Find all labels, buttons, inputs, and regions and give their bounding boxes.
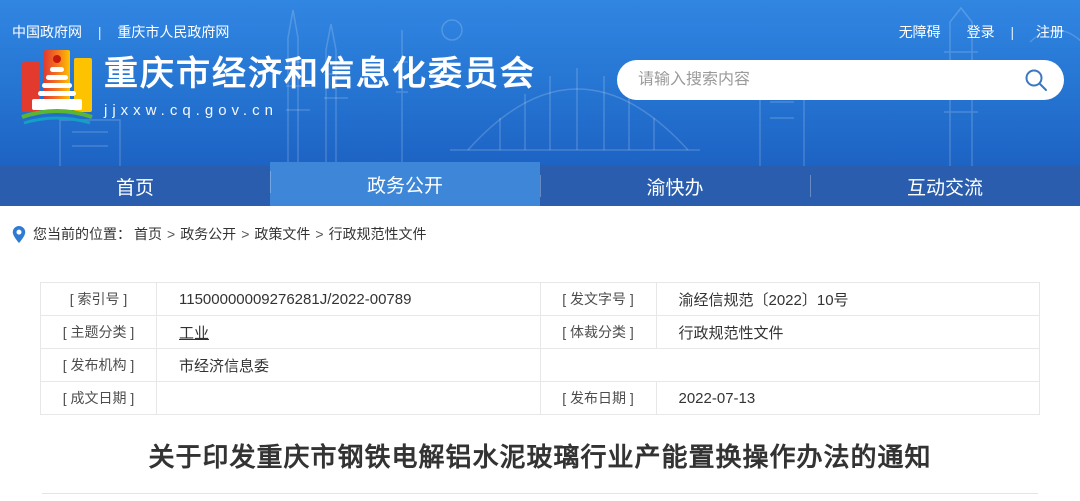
breadcrumb-item-policy-docs[interactable]: 政策文件 <box>254 224 310 244</box>
accessibility-link[interactable]: 无障碍 <box>899 24 941 40</box>
site-domain: jjxxw.cq.gov.cn <box>104 102 536 119</box>
link-chongqing-gov[interactable]: 重庆市人民政府网 <box>117 24 229 40</box>
topic-category-link[interactable]: 工业 <box>179 325 209 342</box>
table-row: [ 发布机构 ] 市经济信息委 <box>41 349 1040 382</box>
title-divider <box>42 493 1038 494</box>
table-row: [ 主题分类 ] 工业 [ 体裁分类 ] 行政规范性文件 <box>41 316 1040 349</box>
breadcrumb-prefix: 您当前的位置： <box>33 224 131 244</box>
brand-row: 重庆市经济和信息化委员会 jjxxw.cq.gov.cn <box>0 46 1080 128</box>
table-row: [ 索引号 ] 11500000009276281J/2022-00789 [ … <box>41 283 1040 316</box>
meta-label-index-no: [ 索引号 ] <box>41 283 157 316</box>
brand-text: 重庆市经济和信息化委员会 jjxxw.cq.gov.cn <box>104 55 536 118</box>
breadcrumb-item-home[interactable]: 首页 <box>134 224 162 244</box>
table-row: [ 成文日期 ] [ 发布日期 ] 2022-07-13 <box>41 382 1040 415</box>
meta-value-topic-category: 工业 <box>157 316 541 349</box>
top-utility-bar: 中国政府网 | 重庆市人民政府网 无障碍 登录 | 注册 <box>0 0 1080 42</box>
meta-label-publish-date: [ 发布日期 ] <box>540 382 656 415</box>
site-logo-icon <box>20 46 94 128</box>
nav-item-home[interactable]: 首页 <box>0 166 270 206</box>
search-icon[interactable] <box>1024 68 1048 92</box>
page-title: 关于印发重庆市钢铁电解铝水泥玻璃行业产能置换操作办法的通知 <box>0 439 1080 475</box>
search-box <box>617 60 1064 100</box>
search-input[interactable] <box>638 71 1024 89</box>
main-nav: 首页 政务公开 渝快办 互动交流 <box>0 166 1080 206</box>
site-header: 中国政府网 | 重庆市人民政府网 无障碍 登录 | 注册 <box>0 0 1080 166</box>
account-links: 无障碍 登录 | 注册 <box>893 22 1064 42</box>
breadcrumb-separator: > <box>315 226 323 242</box>
register-link[interactable]: 注册 <box>1036 24 1064 40</box>
nav-item-yukuaiban[interactable]: 渝快办 <box>540 166 810 206</box>
nav-item-interaction[interactable]: 互动交流 <box>810 166 1080 206</box>
meta-label-issuing-agency: [ 发布机构 ] <box>41 349 157 382</box>
meta-label-genre-category: [ 体裁分类 ] <box>540 316 656 349</box>
breadcrumb-item-gov-affairs[interactable]: 政务公开 <box>180 224 236 244</box>
link-china-gov[interactable]: 中国政府网 <box>12 24 82 40</box>
meta-label-written-date: [ 成文日期 ] <box>41 382 157 415</box>
government-links: 中国政府网 | 重庆市人民政府网 <box>12 22 229 42</box>
meta-value-written-date <box>157 382 541 415</box>
nav-item-gov-affairs[interactable]: 政务公开 <box>270 162 540 206</box>
meta-empty-cell <box>540 349 1040 382</box>
meta-label-doc-no: [ 发文字号 ] <box>540 283 656 316</box>
meta-value-doc-no: 渝经信规范〔2022〕10号 <box>656 283 1040 316</box>
breadcrumb-item-normative-docs[interactable]: 行政规范性文件 <box>329 224 427 244</box>
meta-value-issuing-agency: 市经济信息委 <box>157 349 541 382</box>
meta-value-genre-category: 行政规范性文件 <box>656 316 1040 349</box>
breadcrumb-separator: > <box>241 226 249 242</box>
site-title: 重庆市经济和信息化委员会 <box>104 55 536 94</box>
divider: | <box>1010 24 1014 40</box>
divider: | <box>98 24 102 40</box>
breadcrumb-separator: > <box>167 226 175 242</box>
document-meta-table: [ 索引号 ] 11500000009276281J/2022-00789 [ … <box>40 282 1040 415</box>
breadcrumb: 您当前的位置： 首页 > 政务公开 > 政策文件 > 行政规范性文件 <box>0 206 1080 244</box>
location-pin-icon <box>12 225 26 244</box>
meta-value-publish-date: 2022-07-13 <box>656 382 1040 415</box>
login-link[interactable]: 登录 <box>967 24 995 40</box>
meta-label-topic-category: [ 主题分类 ] <box>41 316 157 349</box>
meta-value-index-no: 11500000009276281J/2022-00789 <box>157 283 541 316</box>
